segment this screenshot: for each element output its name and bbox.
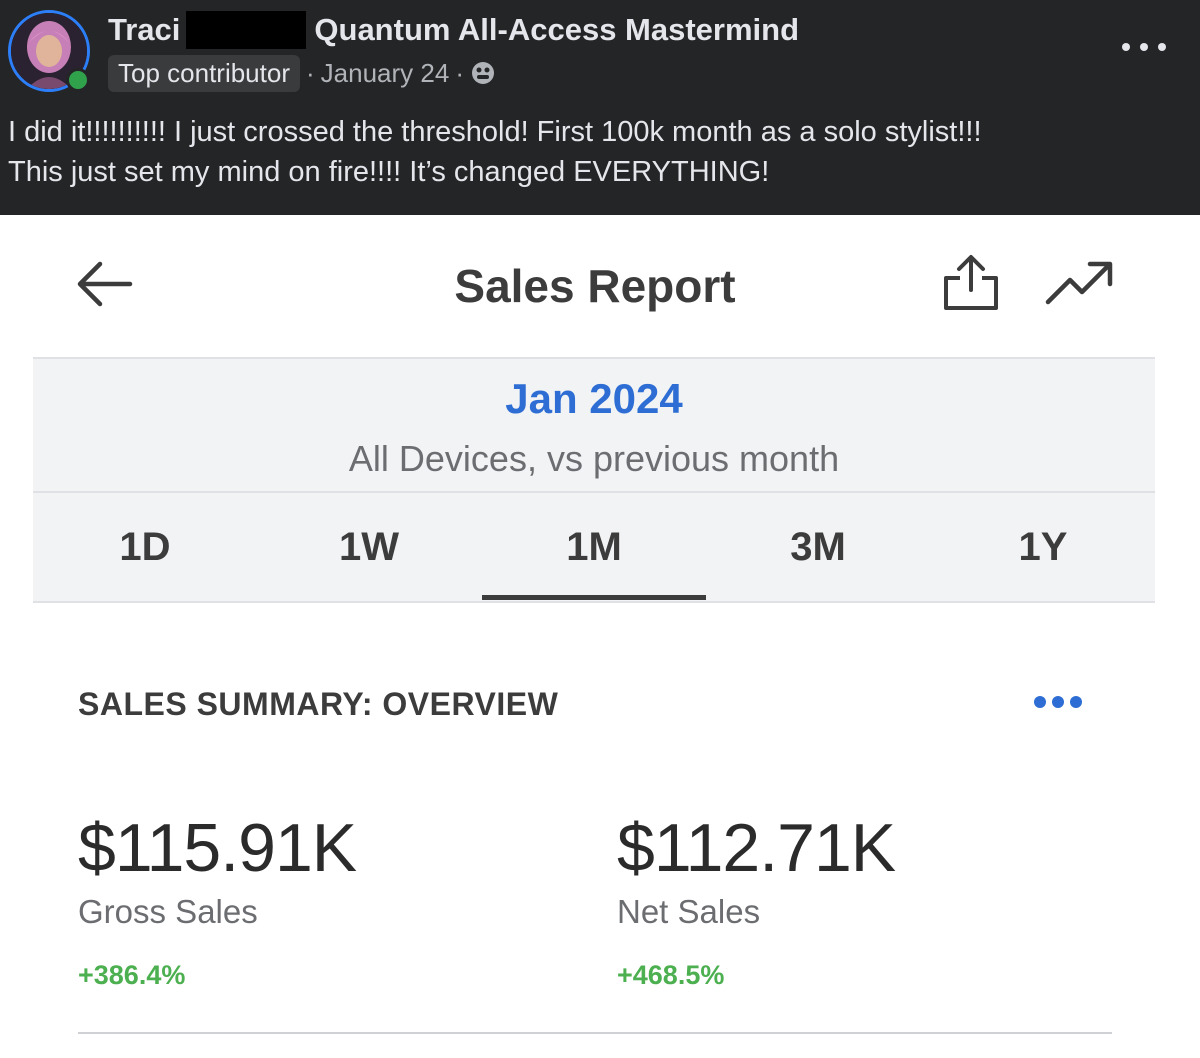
range-tabs: 1D 1W 1M 3M 1Y [33,493,1155,601]
meta-separator: · [455,57,464,88]
more-horizontal-icon[interactable] [1034,694,1082,710]
period-month[interactable]: Jan 2024 [33,373,1155,425]
group-name[interactable]: Quantum All-Access Mastermind [314,12,799,48]
top-contributor-badge[interactable]: Top contributor [108,54,300,92]
globe-icon [470,60,496,86]
section-title: SALES SUMMARY: OVERVIEW [78,686,559,722]
metric-value: $115.91K [78,810,357,886]
more-horizontal-icon[interactable] [1122,38,1166,56]
post-body: I did it!!!!!!!!!! I just crossed the th… [8,112,1188,192]
post-date[interactable]: January 24 [321,58,450,89]
page-title: Sales Report [454,260,736,312]
metric-change: +386.4% [78,960,186,990]
metric-value: $112.71K [617,810,896,886]
tab-1w[interactable]: 1W [257,493,481,601]
social-post: Traci Quantum All-Access Mastermind Top … [0,0,1200,215]
tab-1y[interactable]: 1Y [931,493,1155,601]
author-name[interactable]: Traci [108,12,180,48]
share-icon[interactable] [940,252,1002,314]
period-selector-panel: Jan 2024 All Devices, vs previous month … [33,357,1155,603]
metric-label: Gross Sales [78,893,258,930]
selected-tab-indicator [482,595,706,600]
trending-up-icon[interactable] [1044,258,1114,308]
tab-1m[interactable]: 1M [482,493,706,601]
online-status-dot [66,68,90,92]
net-sales-metric[interactable]: $112.71K Net Sales +468.5% [617,808,896,992]
period-subtitle: All Devices, vs previous month [348,438,840,479]
tab-1d[interactable]: 1D [33,493,257,601]
post-meta-row: Top contributor · January 24 · [108,54,496,92]
redaction-bar [186,11,307,49]
tab-3m[interactable]: 3M [706,493,930,601]
section-divider [78,1032,1112,1034]
post-text-line: I did it!!!!!!!!!! I just crossed the th… [8,116,982,148]
metric-change: +468.5% [617,960,725,990]
meta-separator: · [305,57,315,88]
post-text-line: This just set my mind on fire!!!! It’s c… [8,156,770,188]
gross-sales-metric[interactable]: $115.91K Gross Sales +386.4% [78,808,357,992]
post-author-row: Traci Quantum All-Access Mastermind [108,10,799,50]
metric-label: Net Sales [617,893,761,930]
